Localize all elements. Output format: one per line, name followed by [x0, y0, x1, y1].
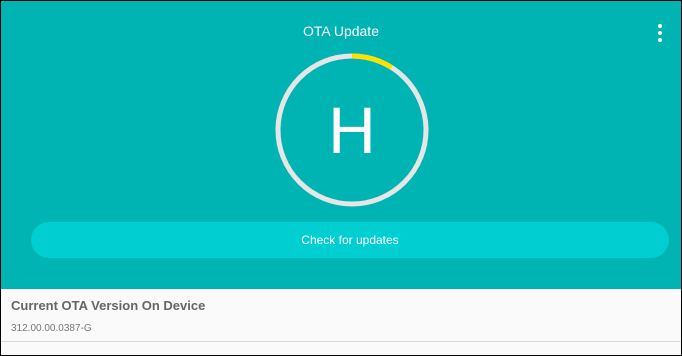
menu-dot [658, 38, 662, 42]
menu-dot [658, 31, 662, 35]
update-progress-ring [275, 53, 429, 207]
app-frame: OTA Update H Check for updates Current O… [0, 0, 682, 356]
header-panel: OTA Update H Check for updates [1, 1, 681, 289]
page-title: OTA Update [302, 23, 379, 39]
current-version-label: Current OTA Version On Device [11, 298, 206, 313]
current-version-value: 312.00.00.0387-G [11, 323, 92, 334]
menu-dot [658, 24, 662, 28]
current-version-row: Current OTA Version On Device 312.00.00.… [1, 289, 681, 342]
more-vertical-icon[interactable] [651, 21, 669, 45]
progress-track [275, 53, 429, 207]
check-for-updates-button[interactable]: Check for updates [31, 222, 669, 258]
